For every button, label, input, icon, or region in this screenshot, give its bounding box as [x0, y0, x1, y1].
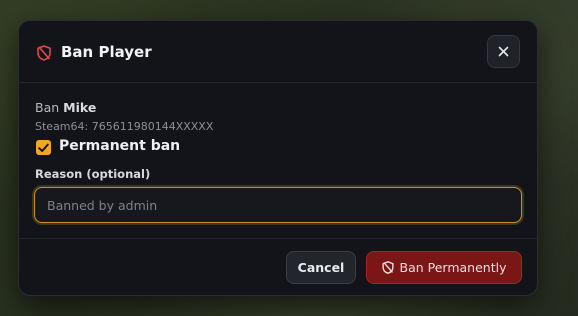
close-icon [498, 46, 509, 57]
ban-permanently-button[interactable]: Ban Permanently [366, 251, 522, 284]
reason-label: Reason (optional) [35, 167, 151, 181]
close-button[interactable] [487, 35, 520, 68]
ban-permanently-label: Ban Permanently [399, 260, 507, 275]
footer-divider [19, 238, 537, 239]
shield-off-icon [37, 45, 51, 61]
checkmark-icon [38, 143, 49, 152]
permanent-ban-label[interactable]: Permanent ban [59, 138, 180, 154]
dialog-header: Ban Player [19, 21, 537, 83]
shield-off-icon [381, 261, 394, 274]
map-backdrop: Ban Player Ban Mike Steam64: 76561198014… [0, 0, 578, 316]
ban-player-dialog: Ban Player Ban Mike Steam64: 76561198014… [18, 20, 538, 296]
player-name: Mike [63, 100, 97, 115]
ban-target-line: Ban Mike [35, 100, 96, 115]
cancel-button[interactable]: Cancel [286, 251, 356, 284]
reason-input[interactable] [34, 187, 522, 223]
dialog-title: Ban Player [61, 43, 152, 61]
ban-prefix: Ban [35, 100, 60, 115]
permanent-ban-checkbox[interactable] [36, 140, 51, 155]
steam-id: Steam64: 765611980144XXXXX [35, 120, 214, 133]
